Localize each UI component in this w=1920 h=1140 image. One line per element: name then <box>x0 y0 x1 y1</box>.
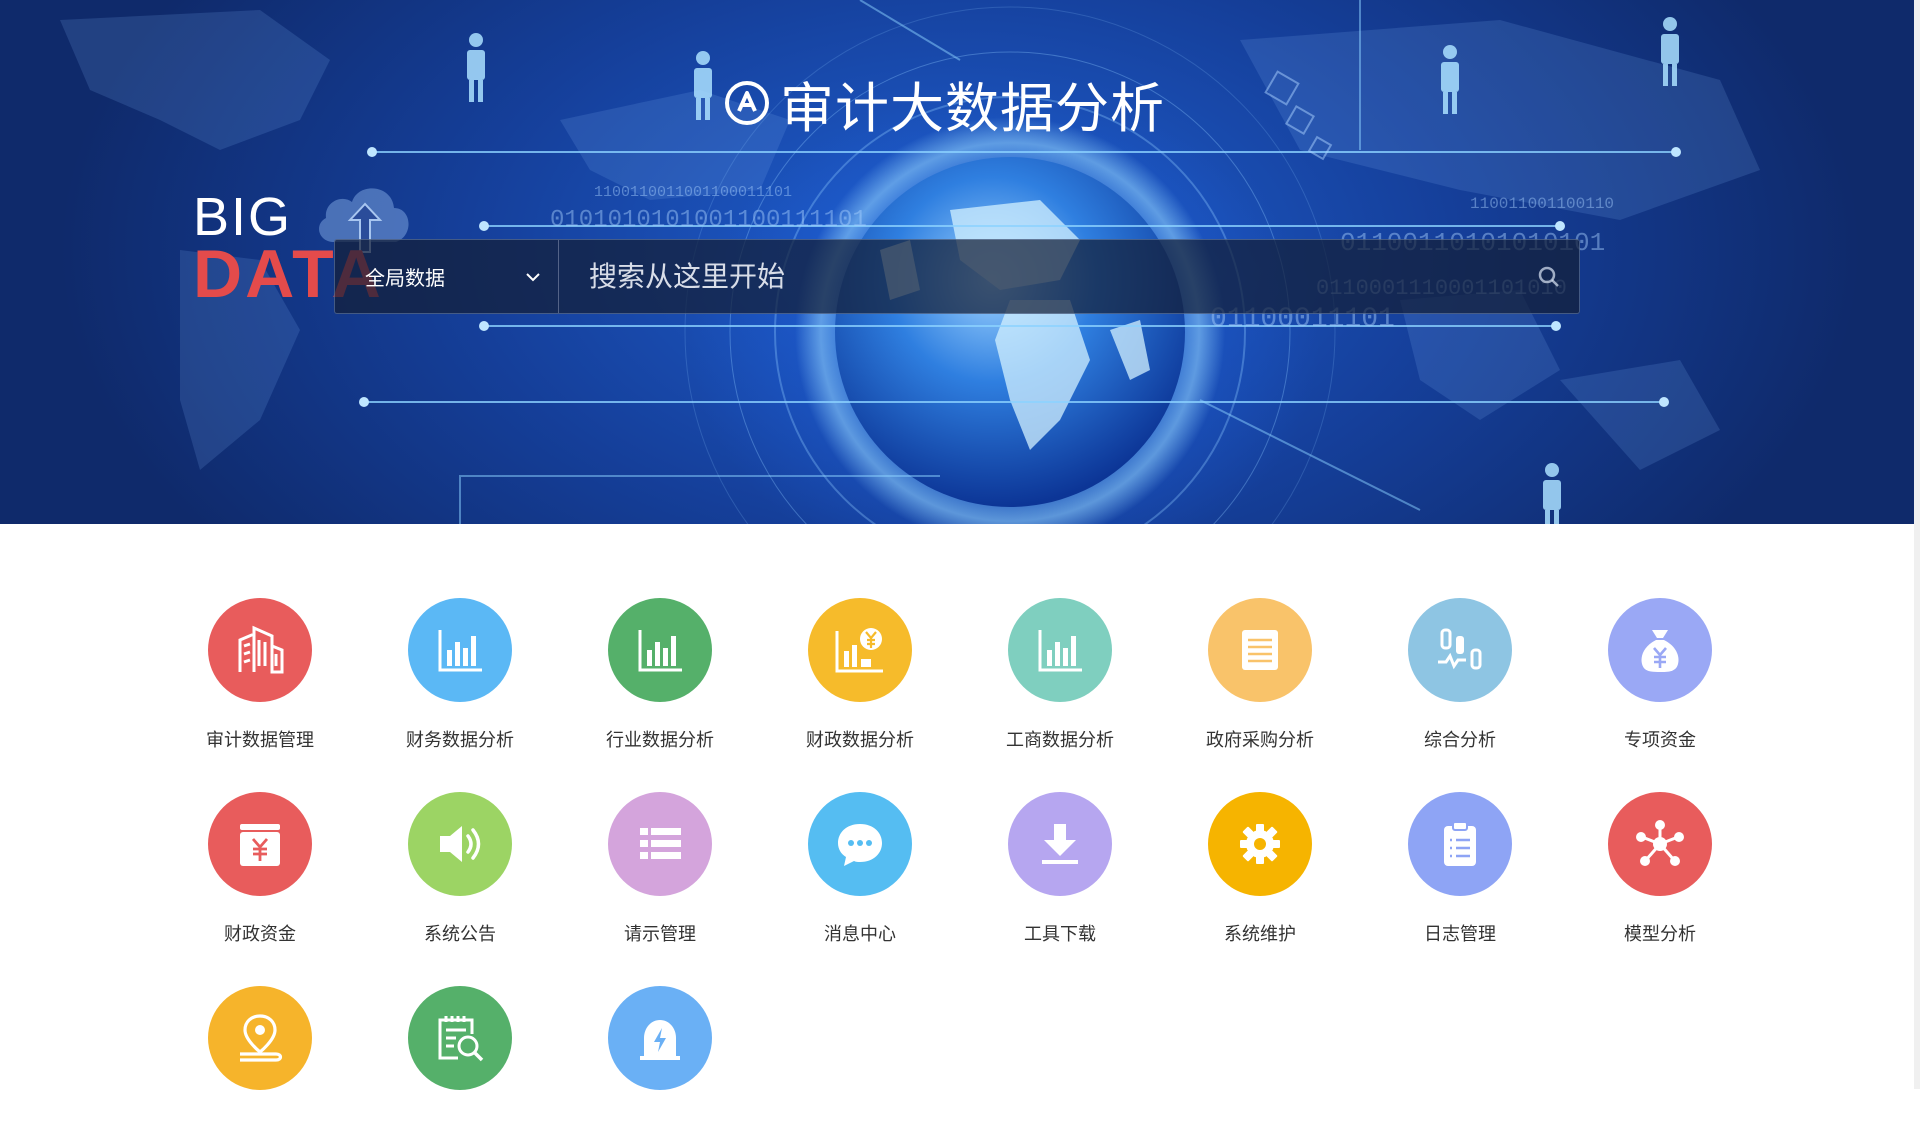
money-bag-icon <box>1641 630 1679 672</box>
app-tile-finance-data-analysis[interactable]: 财务数据分析 <box>360 598 560 752</box>
app-icon-circle <box>608 792 712 896</box>
app-tile-message-center[interactable]: 消息中心 <box>760 792 960 946</box>
app-icon-circle <box>1408 792 1512 896</box>
app-icon-circle <box>1008 792 1112 896</box>
download-icon <box>1042 824 1078 864</box>
list-icon <box>640 828 681 859</box>
app-grid: 审计数据管理 财务数据分析 行业数据分析 财政数据分析 工商数据分析 政府采购分… <box>160 598 1760 1140</box>
app-tile-tool-download[interactable]: 工具下载 <box>960 792 1160 946</box>
app-icon-circle <box>1208 792 1312 896</box>
app-label: 财务数据分析 <box>406 730 514 750</box>
app-tile-system-announcement[interactable]: 系统公告 <box>360 792 560 946</box>
app-tile-location[interactable] <box>160 986 360 1140</box>
app-tile-fiscal-data-analysis[interactable]: 财政数据分析 <box>760 598 960 752</box>
building-icon <box>238 625 284 674</box>
app-tile-document-search[interactable] <box>360 986 560 1140</box>
audit-logo-icon <box>725 81 769 125</box>
app-label: 模型分析 <box>1624 924 1696 944</box>
search-bar: 全局数据 <box>334 239 1580 314</box>
page-title-text: 审计大数据分析 <box>780 78 1165 139</box>
app-tile-model-analysis[interactable]: 模型分析 <box>1560 792 1760 946</box>
app-label: 专项资金 <box>1624 730 1696 750</box>
app-tile-system-maintenance[interactable]: 系统维护 <box>1160 792 1360 946</box>
alarm-icon <box>640 1020 680 1060</box>
app-tile-log-management[interactable]: 日志管理 <box>1360 792 1560 946</box>
app-label: 工商数据分析 <box>1006 730 1114 750</box>
app-icon-circle <box>208 598 312 702</box>
app-tile-alarm[interactable] <box>560 986 760 1140</box>
bar-chart-icon <box>1038 630 1082 672</box>
app-icon-circle <box>1608 792 1712 896</box>
page-scrollbar[interactable] <box>1914 0 1920 1089</box>
page-title: 审计大数据分析 <box>724 70 1165 139</box>
document-search-icon <box>438 1016 484 1062</box>
app-icon-circle <box>1408 598 1512 702</box>
app-icon-circle <box>208 986 312 1090</box>
gear-icon <box>1240 824 1280 864</box>
app-label: 政府采购分析 <box>1206 730 1314 750</box>
app-icon-circle <box>408 792 512 896</box>
app-label: 财政资金 <box>224 924 296 944</box>
app-tile-request-management[interactable]: 请示管理 <box>560 792 760 946</box>
binary-text-2: 0101010101001100111101 <box>550 207 867 234</box>
app-label: 行业数据分析 <box>606 730 714 750</box>
search-input[interactable] <box>559 239 1519 314</box>
app-tile-government-procurement[interactable]: 政府采购分析 <box>1160 598 1360 752</box>
app-tile-business-data-analysis[interactable]: 工商数据分析 <box>960 598 1160 752</box>
analysis-icon <box>1438 628 1482 670</box>
app-label: 系统公告 <box>424 924 496 944</box>
app-label: 财政数据分析 <box>806 730 914 750</box>
document-icon <box>1242 630 1278 670</box>
app-label: 综合分析 <box>1424 730 1496 750</box>
search-button[interactable] <box>1519 240 1579 313</box>
app-label: 请示管理 <box>624 924 696 944</box>
finance-chart-icon <box>835 628 883 673</box>
chevron-down-icon <box>526 272 540 281</box>
app-label: 消息中心 <box>824 924 896 944</box>
network-icon <box>1636 820 1684 866</box>
wallet-yen-icon <box>240 824 280 866</box>
app-tile-industry-data-analysis[interactable]: 行业数据分析 <box>560 598 760 752</box>
app-icon-circle <box>408 986 512 1090</box>
hero-banner: 1100110011001100011101 01010101010011001… <box>0 0 1914 524</box>
app-label: 系统维护 <box>1224 924 1296 944</box>
app-label: 日志管理 <box>1424 924 1496 944</box>
app-icon-circle <box>1608 598 1712 702</box>
app-tile-special-funds[interactable]: 专项资金 <box>1560 598 1760 752</box>
app-icon-circle <box>208 792 312 896</box>
bar-chart-icon <box>638 630 682 672</box>
speaker-icon <box>440 826 481 862</box>
binary-text-3: 110011001100110 <box>1470 195 1614 213</box>
app-icon-circle <box>608 598 712 702</box>
app-tile-audit-data-management[interactable]: 审计数据管理 <box>160 598 360 752</box>
bar-chart-icon <box>438 630 482 672</box>
search-scope-label: 全局数据 <box>365 268 445 290</box>
app-icon-circle <box>408 598 512 702</box>
app-icon-circle <box>808 792 912 896</box>
app-icon-circle <box>1208 598 1312 702</box>
clipboard-icon <box>1444 821 1476 866</box>
binary-text-1: 1100110011001100011101 <box>594 184 792 201</box>
app-label: 审计数据管理 <box>206 730 314 750</box>
app-tile-comprehensive-analysis[interactable]: 综合分析 <box>1360 598 1560 752</box>
search-icon <box>1538 266 1559 287</box>
app-icon-circle <box>1008 598 1112 702</box>
app-tile-fiscal-funds[interactable]: 财政资金 <box>160 792 360 946</box>
app-icon-circle <box>608 986 712 1090</box>
location-pin-icon <box>240 1014 283 1062</box>
app-icon-circle <box>808 598 912 702</box>
chat-icon <box>838 824 882 866</box>
app-label: 工具下载 <box>1024 924 1096 944</box>
search-scope-dropdown[interactable]: 全局数据 <box>335 240 559 313</box>
